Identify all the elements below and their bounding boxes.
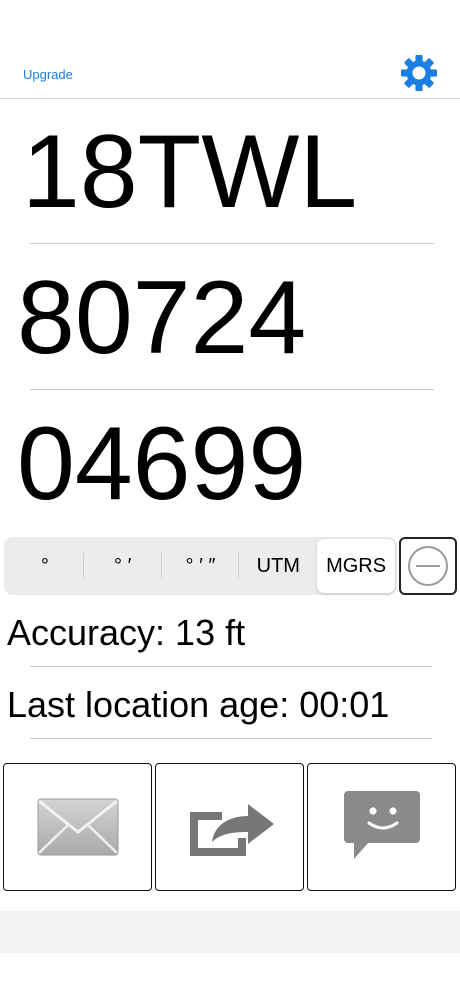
format-selector: ° ° ′ ° ′ ″ UTM MGRS [4, 537, 397, 595]
last-location-age-text: Last location age: 00:01 [7, 684, 390, 725]
share-button[interactable] [155, 763, 304, 891]
divider [30, 243, 434, 244]
divider [30, 666, 432, 667]
accuracy-text: Accuracy: 13 ft [7, 612, 246, 653]
minus-button[interactable] [399, 537, 457, 595]
upgrade-link[interactable]: Upgrade [23, 67, 73, 82]
divider [30, 738, 432, 739]
grid-zone-value: 18TWL [22, 114, 358, 230]
format-degrees-minutes-seconds[interactable]: ° ′ ″ [162, 539, 240, 593]
chat-bubble-icon [343, 791, 420, 859]
divider [30, 389, 434, 390]
easting-value: 80724 [17, 260, 307, 376]
email-button[interactable] [3, 763, 152, 891]
message-button[interactable] [307, 763, 456, 891]
format-degrees-minutes[interactable]: ° ′ [84, 539, 162, 593]
northing-row: 04699 [0, 412, 460, 522]
format-mgrs[interactable]: MGRS [317, 539, 395, 593]
format-utm[interactable]: UTM [239, 539, 317, 593]
easting-row: 80724 [0, 266, 460, 376]
envelope-icon [37, 798, 118, 856]
northing-value: 04699 [17, 406, 307, 522]
share-arrow-icon [189, 804, 274, 856]
bottom-strip [0, 911, 460, 953]
gear-icon[interactable] [399, 53, 439, 93]
format-degrees[interactable]: ° [6, 539, 84, 593]
top-bar: Upgrade [0, 0, 460, 99]
minus-circle-icon [408, 546, 448, 586]
grid-zone-row: 18TWL [0, 120, 460, 230]
